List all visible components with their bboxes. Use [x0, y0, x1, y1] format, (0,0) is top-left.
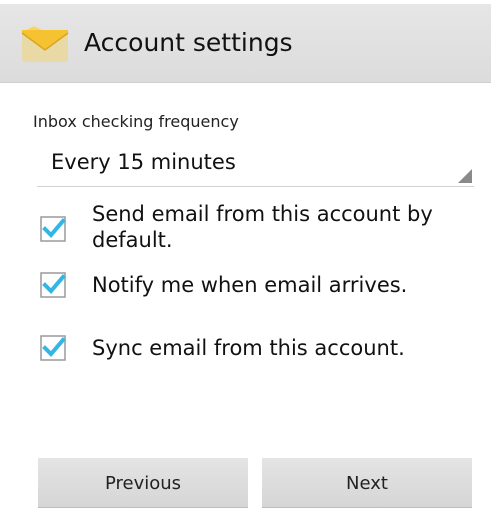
checkbox-checked-icon[interactable] — [40, 216, 66, 242]
option-label: Send email from this account by default. — [92, 202, 433, 252]
option-label: Notify me when email arrives. — [92, 273, 408, 297]
frequency-spinner[interactable]: Every 15 minutes — [37, 142, 474, 187]
previous-button[interactable]: Previous — [38, 458, 248, 508]
option-label: Sync email from this account. — [92, 336, 405, 360]
option-send-default[interactable]: Send email from this account by default. — [40, 201, 480, 257]
frequency-value: Every 15 minutes — [51, 150, 236, 174]
option-sync[interactable]: Sync email from this account. — [40, 333, 480, 363]
frequency-label: Inbox checking frequency — [33, 112, 239, 131]
email-app-icon — [21, 26, 69, 62]
action-bar: Account settings — [0, 4, 491, 83]
next-button[interactable]: Next — [262, 458, 472, 508]
option-notify[interactable]: Notify me when email arrives. — [40, 270, 480, 300]
checkbox-checked-icon[interactable] — [40, 272, 66, 298]
page-title: Account settings — [84, 28, 293, 57]
dropdown-arrow-icon — [458, 169, 472, 183]
checkbox-checked-icon[interactable] — [40, 335, 66, 361]
